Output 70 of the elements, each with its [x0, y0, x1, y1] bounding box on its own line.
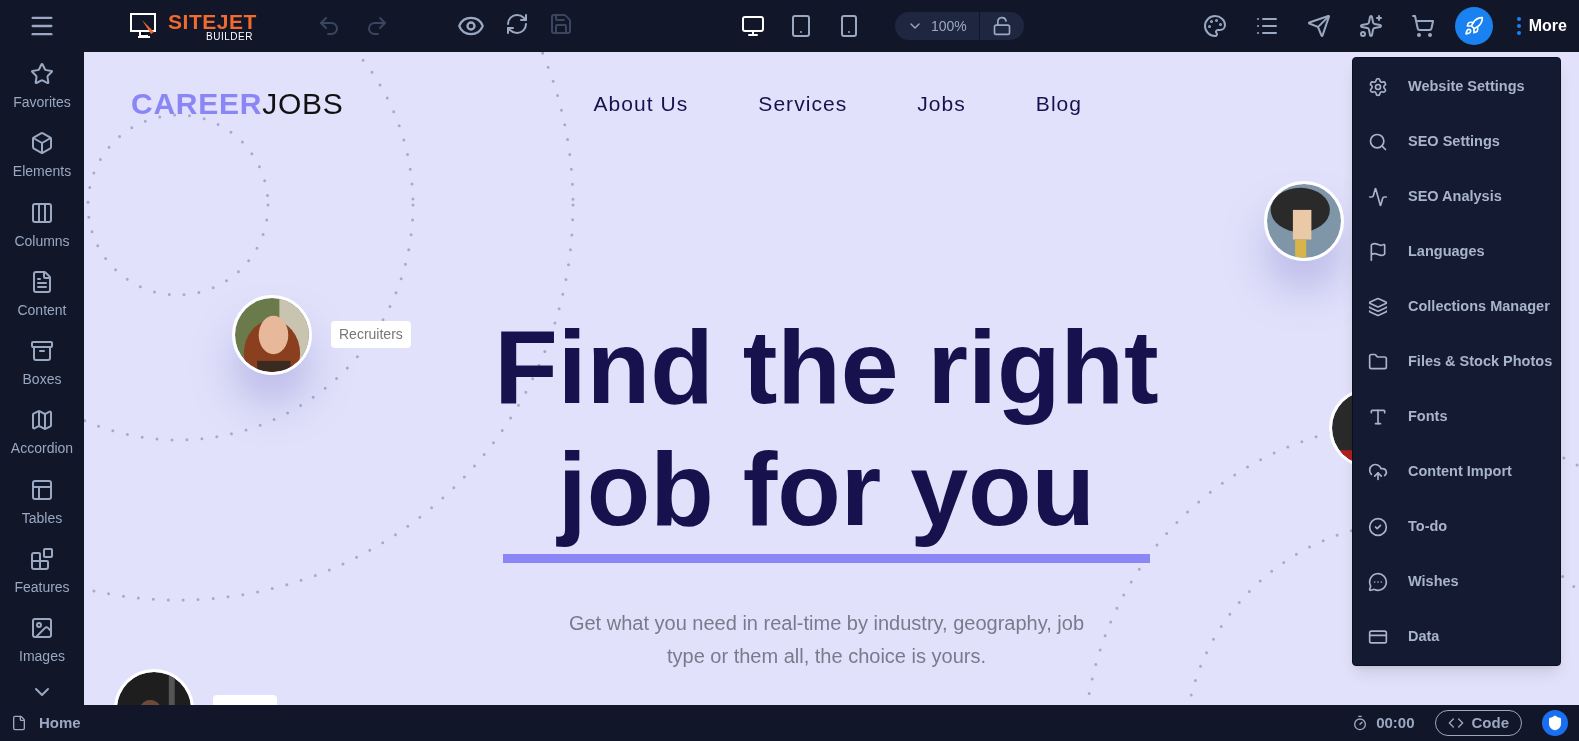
refresh-icon[interactable] [504, 12, 529, 36]
zoom-control[interactable]: 100% [894, 12, 1024, 40]
menu-item[interactable]: Content Import [1353, 444, 1560, 499]
desktop-icon[interactable] [740, 14, 765, 38]
brand-subtitle: BUILDER [206, 31, 253, 42]
menu-item[interactable]: Wishes [1353, 554, 1560, 609]
archive-icon [30, 339, 54, 364]
map-icon [30, 408, 54, 433]
subtitle: Get what you need in real-time by industry, geography, job type or them all, the choice is yours. [567, 611, 1086, 669]
nav-link[interactable]: About Us [593, 88, 689, 120]
menu-item[interactable]: Languages [1353, 224, 1560, 279]
brand-name: SITEJET [168, 10, 257, 32]
cube-icon [30, 131, 54, 156]
shield-icon [1547, 715, 1563, 731]
pulse-icon [1368, 186, 1388, 207]
settings-icon [1368, 76, 1388, 97]
menu-item[interactable]: Website Settings [1353, 59, 1560, 114]
more-icon [1516, 17, 1521, 35]
tag-label: Recruiters [331, 321, 411, 348]
page-name[interactable]: Home [39, 711, 81, 735]
nav-link[interactable]: Jobs [917, 88, 966, 120]
timer: 00:00 [1376, 712, 1415, 733]
document-icon [30, 269, 54, 294]
blocks-icon [30, 547, 54, 572]
check-circle-icon [1368, 516, 1388, 537]
layout-icon [30, 477, 54, 502]
publish-button[interactable] [1454, 7, 1493, 45]
menu-item[interactable]: Files & Stock Photos [1353, 334, 1560, 389]
sidebar-item[interactable]: Accordion [10, 408, 74, 478]
menu-item[interactable]: Collections Manager [1353, 279, 1560, 334]
sidebar-item[interactable]: Content [17, 269, 67, 340]
menu-item[interactable]: Data [1353, 609, 1560, 664]
more-button[interactable]: More [1516, 14, 1567, 38]
sidebar-item[interactable]: Tables [21, 477, 63, 548]
sidebar-item[interactable]: Columns [14, 200, 70, 270]
rocket-icon [1463, 16, 1484, 36]
search-icon [1368, 131, 1388, 152]
palette-icon[interactable] [1202, 14, 1227, 38]
site-logo-first: CAREER [131, 89, 263, 119]
chat-icon [1368, 571, 1388, 592]
nav-link[interactable]: Services [758, 88, 848, 120]
paper-plane-icon[interactable] [1306, 14, 1331, 38]
cloud-upload-icon [1368, 461, 1388, 482]
sidebar-item[interactable]: Features [14, 547, 70, 617]
folder-icon [1368, 351, 1388, 372]
sidebar-item[interactable]: Favorites [13, 62, 71, 132]
flag-icon [1368, 241, 1388, 262]
menu-item[interactable]: SEO Settings [1353, 114, 1560, 169]
menu-item[interactable]: To-do [1353, 499, 1560, 554]
code-icon [1447, 715, 1464, 731]
nav-link[interactable]: Blog [1035, 88, 1083, 120]
layers-icon [1368, 296, 1388, 317]
site-logo-second: JOBS [262, 89, 344, 119]
headline: Find the right [494, 308, 1159, 427]
menu-item[interactable]: Fonts [1353, 389, 1560, 444]
columns-icon [30, 200, 54, 225]
sidebar-item[interactable]: Boxes [22, 339, 62, 409]
sparkles-icon[interactable] [1358, 14, 1383, 38]
unlock-icon[interactable] [991, 16, 1012, 36]
page-icon [11, 715, 27, 731]
zoom-level: 100% [930, 16, 967, 36]
sidebar-item[interactable]: Elements [12, 131, 72, 201]
headline: job for you [557, 430, 1096, 549]
menu-item[interactable]: SEO Analysis [1353, 169, 1560, 224]
sidebar-item[interactable]: Images [19, 616, 65, 686]
image-icon [30, 616, 54, 641]
cart-icon[interactable] [1410, 14, 1435, 38]
shield-button[interactable] [1542, 710, 1568, 736]
star-icon [30, 62, 54, 86]
timer-icon [1352, 715, 1369, 731]
